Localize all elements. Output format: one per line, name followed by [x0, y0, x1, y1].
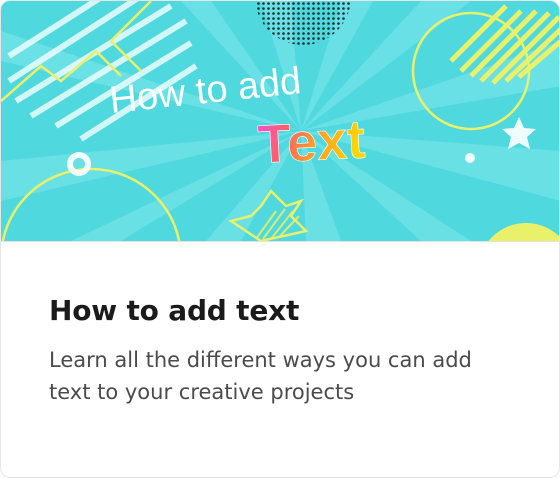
card-body: How to add text Learn all the different … — [1, 241, 559, 477]
tutorial-card[interactable]: How to add Text How to add text Learn al… — [0, 0, 560, 478]
banner-illustration: How to add Text — [1, 1, 559, 241]
card-title[interactable]: How to add text — [49, 294, 299, 327]
white-dot — [465, 153, 475, 163]
banner-text-word: Text — [256, 109, 366, 175]
card-description: Learn all the different ways you can add… — [49, 348, 472, 404]
banner-image: How to add Text — [1, 1, 559, 241]
